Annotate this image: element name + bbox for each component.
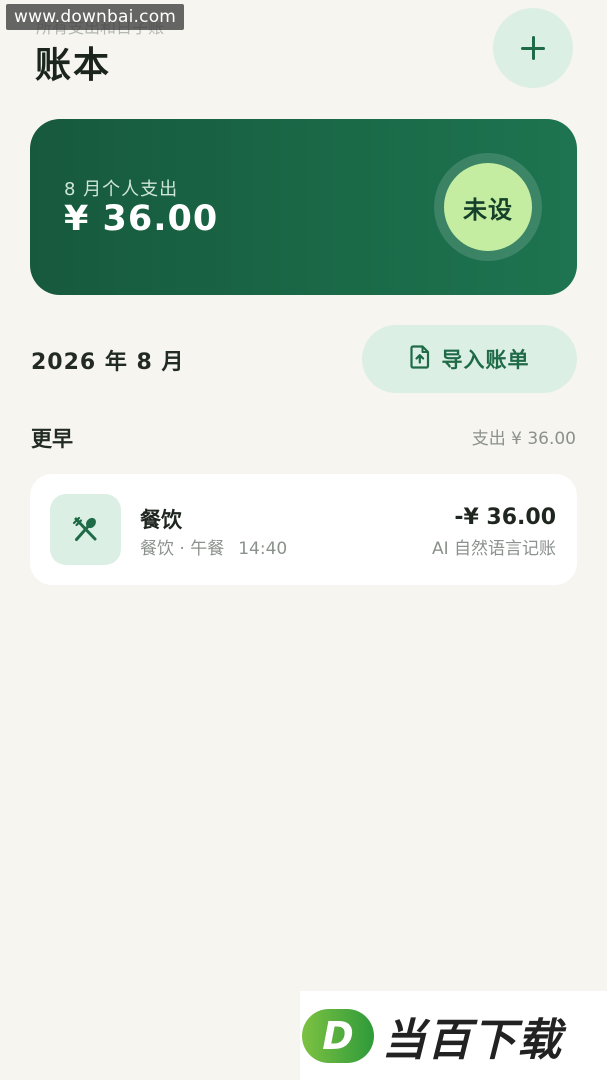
budget-badge[interactable]: 未设 (444, 163, 532, 251)
budget-ring: 未设 (434, 153, 542, 261)
section-total: 支出 ¥ 36.00 (471, 429, 576, 449)
plus-icon (521, 36, 545, 60)
transaction-subtitle: 餐饮 · 午餐 14:40 (140, 534, 287, 559)
section-title: 更早 (31, 427, 73, 451)
transaction-amount: -¥ 36.00 (454, 505, 556, 530)
fork-spoon-icon (50, 494, 121, 565)
page-title: 账本 (35, 45, 112, 86)
transaction-title: 餐饮 (140, 508, 182, 532)
watermark-text: 当百下载 (382, 1014, 562, 1066)
summary-label: 8 月个人支出 (64, 179, 179, 200)
import-bill-label: 导入账单 (441, 348, 530, 372)
month-label[interactable]: 2026 年 8 月 (31, 344, 185, 376)
watermark-logo: D (302, 1008, 374, 1063)
file-upload-icon (409, 345, 430, 373)
ledger-screen: 所有支出和日子账 www.downbai.com 账本 8 月个人支出 ¥ 36… (0, 0, 607, 1080)
monthly-summary-card[interactable]: 8 月个人支出 ¥ 36.00 未设 (30, 119, 577, 295)
transaction-note: AI 自然语言记账 (431, 539, 556, 559)
transaction-category: 餐饮 · 午餐 (140, 539, 225, 559)
add-entry-button[interactable] (493, 8, 573, 88)
import-bill-button[interactable]: 导入账单 (362, 325, 577, 393)
watermark-top: www.downbai.com (6, 4, 185, 30)
transaction-time: 14:40 (238, 539, 288, 559)
transaction-item[interactable]: 餐饮 餐饮 · 午餐 14:40 -¥ 36.00 AI 自然语言记账 (30, 474, 577, 585)
summary-amount: ¥ 36.00 (64, 199, 219, 239)
watermark-bottom: D 当百下载 (300, 991, 607, 1080)
